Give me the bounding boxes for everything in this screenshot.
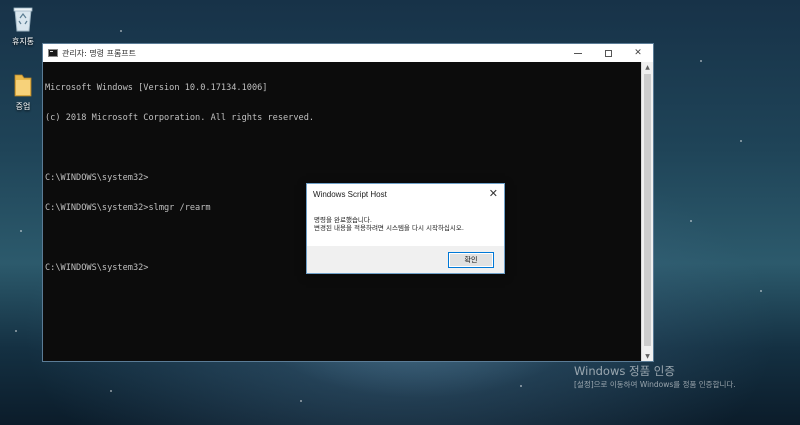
activation-watermark: Windows 정품 인증 [설정]으로 이동하여 Windows를 정품 인증…: [574, 364, 796, 390]
vertical-scrollbar[interactable]: ▲ ▼: [641, 62, 653, 361]
activation-title: Windows 정품 인증: [574, 364, 675, 378]
minimize-icon: [574, 52, 582, 54]
maximize-button[interactable]: [593, 44, 623, 62]
console-line: (c) 2018 Microsoft Corporation. All righ…: [45, 113, 315, 123]
window-title: 관리자: 명령 프롬프트: [62, 48, 137, 58]
close-icon: ✕: [634, 48, 642, 58]
scrollbar-thumb[interactable]: [644, 74, 651, 346]
window-titlebar[interactable]: 관리자: 명령 프롬프트 ✕: [43, 44, 653, 62]
dialog-close-icon[interactable]: ✕: [489, 187, 498, 201]
minimize-button[interactable]: [563, 44, 593, 62]
dialog-titlebar[interactable]: Windows Script Host ✕: [307, 184, 504, 206]
scroll-down-icon[interactable]: ▼: [642, 351, 653, 361]
console-line: Microsoft Windows [Version 10.0.17134.10…: [45, 83, 268, 93]
ok-button[interactable]: 확인: [448, 252, 494, 268]
desktop-icon-recycle-bin[interactable]: 휴지통: [0, 5, 46, 47]
dialog-footer: 확인: [307, 246, 504, 273]
dialog-message-line: 변경된 내용을 적용하려면 시스템을 다시 시작하십시오.: [314, 224, 464, 232]
script-host-dialog[interactable]: Windows Script Host ✕ 명령을 완료했습니다. 변경된 내용…: [306, 183, 505, 274]
maximize-icon: [604, 49, 612, 57]
console-line: C:\WINDOWS\system32>: [45, 173, 149, 183]
desktop-icon-folder[interactable]: 증업: [0, 72, 46, 112]
folder-icon: [14, 74, 32, 97]
scroll-up-icon[interactable]: ▲: [642, 62, 653, 72]
desktop-icon-label: 휴지통: [11, 37, 35, 46]
dialog-title: Windows Script Host: [313, 190, 387, 199]
dialog-message-line: 명령을 완료했습니다.: [314, 216, 372, 224]
recycle-bin-icon: [13, 7, 33, 32]
dialog-message: 명령을 완료했습니다. 변경된 내용을 적용하려면 시스템을 다시 시작하십시오…: [307, 206, 504, 246]
close-button[interactable]: ✕: [623, 44, 653, 62]
cmd-app-icon: [48, 49, 58, 57]
activation-description: [설정]으로 이동하여 Windows를 정품 인증합니다.: [574, 380, 736, 389]
desktop-icon-label: 증업: [15, 102, 31, 111]
desktop: 휴지통 증업 관리자: 명령 프롬프트 ✕ Microsoft Windows …: [0, 0, 800, 425]
